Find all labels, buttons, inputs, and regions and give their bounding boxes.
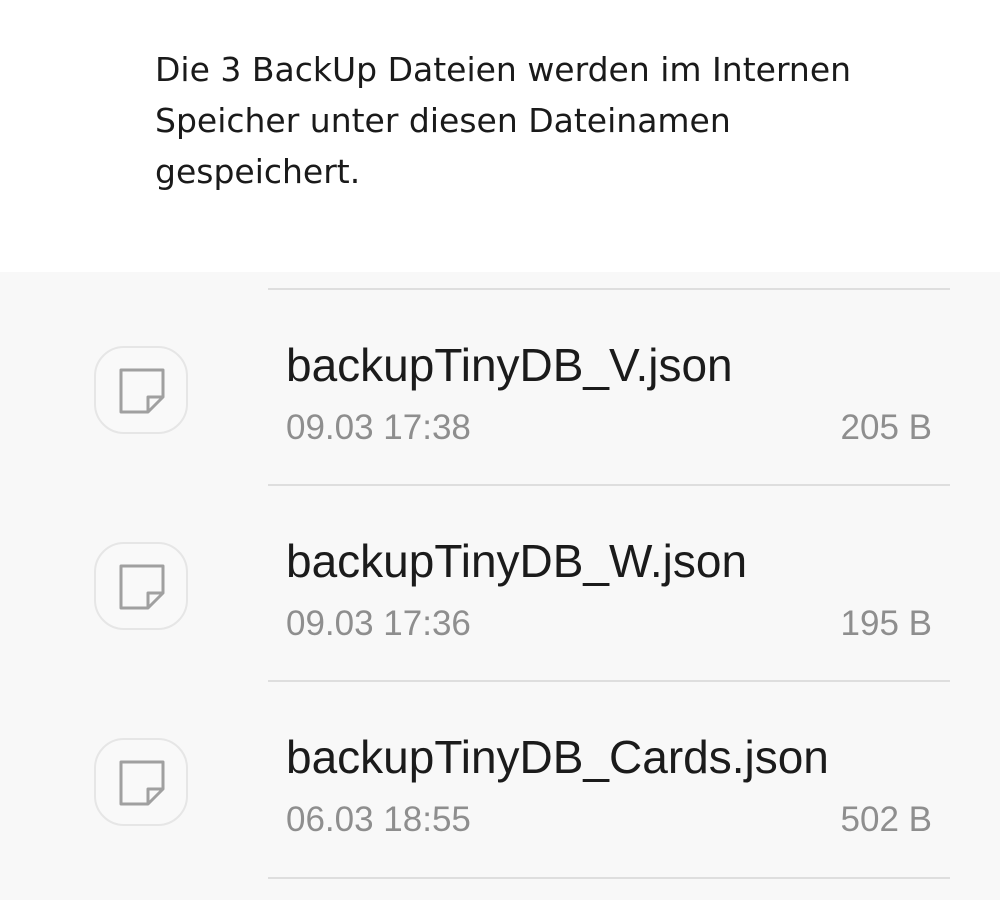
file-size: 502 B: [840, 800, 932, 839]
file-size: 195 B: [840, 604, 932, 643]
file-date: 09.03 17:36: [286, 604, 471, 643]
file-name: backupTinyDB_W.json: [286, 535, 748, 587]
file-list: backupTinyDB_V.json 09.03 17:38 205 B ba…: [0, 272, 1000, 900]
file-name: backupTinyDB_V.json: [286, 339, 733, 391]
file-row-1[interactable]: backupTinyDB_V.json 09.03 17:38 205 B: [0, 290, 1000, 484]
file-date: 06.03 18:55: [286, 800, 471, 839]
document-icon: [94, 346, 188, 434]
file-name: backupTinyDB_Cards.json: [286, 731, 829, 783]
document-icon: [94, 542, 188, 630]
file-size: 205 B: [840, 408, 932, 447]
divider: [268, 877, 950, 879]
file-date: 09.03 17:38: [286, 408, 471, 447]
file-row-2[interactable]: backupTinyDB_W.json 09.03 17:36 195 B: [0, 486, 1000, 680]
document-icon: [94, 738, 188, 826]
caption-text: Die 3 BackUp Dateien werden im Internen …: [155, 50, 852, 191]
file-row-3[interactable]: backupTinyDB_Cards.json 06.03 18:55 502 …: [0, 682, 1000, 876]
